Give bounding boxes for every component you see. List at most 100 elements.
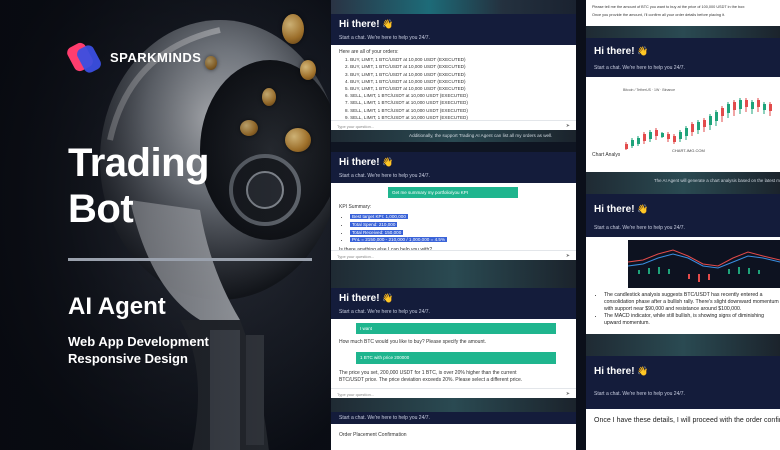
wave-icon: 👋	[637, 366, 649, 376]
user-message: I want	[356, 323, 556, 335]
chat-window-amount: Please tell me the amount of BTC you wan…	[586, 0, 780, 26]
wave-icon: 👋	[637, 46, 649, 56]
bot-message: How much BTC would you like to buy? Plea…	[339, 339, 487, 346]
chat-start-text: Start a chat. We're here to help you 24/…	[339, 415, 430, 421]
chat-greeting: Hi there! 👋	[594, 46, 649, 57]
confirmation-title: Order Placement Confirmation	[339, 432, 407, 438]
brand-name: SPARKMINDS	[110, 49, 202, 65]
analysis-item: The candlestick analysis suggests BTC/US…	[604, 292, 780, 313]
kpi-item: Total Received: 150,000	[350, 229, 568, 237]
chat-header: Hi there! 👋 Start a chat. We're here to …	[586, 38, 780, 77]
chat-start-text: Start a chat. We're here to help you 24/…	[339, 309, 430, 315]
wave-icon: 👋	[382, 293, 394, 303]
brand-logo: SPARKMINDS	[65, 40, 202, 75]
bot-message: The price you set, 200,000 USDT for 1 BT…	[339, 369, 523, 383]
chat-header: Start a chat. We're here to help you 24/…	[331, 412, 576, 424]
chat-input[interactable]: Type your question... ➤	[331, 250, 576, 260]
price-chart[interactable]: Bitcoin / TetherUS · 1W · Binance CHART-…	[620, 86, 780, 160]
chat-header: Hi there! 👋 Start a chat. We're here to …	[331, 14, 576, 45]
screen-separator	[586, 26, 780, 38]
hero-divider	[68, 258, 312, 261]
order-item: 4. BUY, LIMIT, 1 BTC/USDT at 10,000 USDT…	[345, 78, 466, 84]
order-item: 8. SELL, LIMIT, 1 BTC/USDT at 10,000 USD…	[345, 107, 468, 113]
user-message: Get me summary my portfolio/you KPI	[388, 187, 518, 199]
chat-greeting: Hi there! 👋	[594, 366, 649, 377]
kpi-title: KPI Summary:	[339, 204, 372, 211]
analysis-item: The MACD indicator, while still bullish,…	[604, 313, 780, 327]
kpi-item: Best target KPI: 1,000,000	[350, 213, 568, 221]
screen-separator	[586, 334, 780, 356]
chat-input[interactable]: Type your question... ➤	[331, 388, 576, 398]
chat-window-orders: Hi there! 👋 Start a chat. We're here to …	[331, 14, 576, 130]
send-icon[interactable]: ➤	[566, 253, 570, 259]
chat-greeting: Hi there! 👋	[339, 19, 394, 30]
macd-chart[interactable]	[627, 240, 780, 288]
order-item: 2. BUY, LIMIT, 1 BTC/USDT at 10,000 USDT…	[345, 64, 466, 70]
bot-message: Once I have these details, I will procee…	[594, 417, 780, 424]
chat-body: Get me summary my portfolio/you KPI KPI …	[331, 183, 576, 258]
screen-separator: Additionally, the support Trading AI Age…	[331, 130, 576, 142]
chat-header: Hi there! 👋 Start a chat. We're here to …	[331, 288, 576, 319]
order-item: 3. BUY, LIMIT, 1 BTC/USDT at 10,000 USDT…	[345, 71, 466, 77]
chat-start-text: Start a chat. We're here to help you 24/…	[339, 35, 430, 41]
macd-indicator	[627, 249, 780, 282]
hero-title-line1: Trading	[68, 141, 209, 185]
hero-title-line2: Bot	[68, 187, 134, 231]
tagline-line2: Responsive Design	[68, 351, 188, 366]
wave-icon: 👋	[382, 157, 394, 167]
analysis-list: The candlestick analysis suggests BTC/US…	[596, 292, 780, 327]
send-icon[interactable]: ➤	[566, 391, 570, 397]
chat-start-text: Start a chat. We're here to help you 24/…	[594, 391, 685, 397]
chat-start-text: Start a chat. We're here to help you 24/…	[594, 65, 685, 71]
chat-window-buy: Hi there! 👋 Start a chat. We're here to …	[331, 288, 576, 398]
screen-separator	[331, 398, 576, 412]
chat-input-placeholder: Type your question...	[337, 392, 375, 397]
wave-icon: 👋	[382, 19, 394, 29]
chat-input[interactable]: Type your question... ➤	[331, 120, 576, 130]
chat-start-text: Start a chat. We're here to help you 24/…	[339, 173, 430, 179]
orders-caption: Additionally, the support Trading AI Age…	[409, 133, 553, 138]
hero-tagline: Web App Development Responsive Design	[68, 333, 209, 367]
chat-window-chart: Hi there! 👋 Start a chat. We're here to …	[586, 38, 780, 172]
kpi-item: Total Spend: 210,000	[350, 221, 568, 229]
chat-greeting: Hi there! 👋	[339, 157, 394, 168]
hero-section: SPARKMINDS Trading Bot AI Agent Web App …	[0, 0, 330, 450]
send-icon[interactable]: ➤	[566, 123, 570, 129]
wave-icon: 👋	[637, 204, 649, 214]
hero-subtitle: AI Agent	[68, 293, 166, 320]
chat-header: Hi there! 👋 Start a chat. We're here to …	[586, 356, 780, 409]
chat-window-final: Hi there! 👋 Start a chat. We're here to …	[586, 356, 780, 450]
kpi-list: Best target KPI: 1,000,000 Total Spend: …	[339, 213, 568, 243]
screen-separator	[331, 260, 576, 288]
chat-greeting: Hi there! 👋	[594, 204, 649, 215]
chat-window-kpi: Hi there! 👋 Start a chat. We're here to …	[331, 152, 576, 260]
sparkminds-logo-icon	[65, 40, 104, 75]
chat-body: Order Placement Confirmation	[331, 424, 576, 443]
kpi-item: PnL = 2150,000 - 210,000 / 1,000,000 = 4…	[350, 236, 568, 244]
hero-title: Trading Bot	[68, 140, 209, 232]
chat-start-text: Start a chat. We're here to help you 24/…	[594, 225, 685, 231]
chat-input-placeholder: Type your question...	[337, 124, 375, 129]
chart-caption: The AI Agent will generate a chart analy…	[654, 178, 780, 183]
chat-header: Hi there! 👋 Start a chat. We're here to …	[586, 194, 780, 237]
chat-header: Hi there! 👋 Start a chat. We're here to …	[331, 152, 576, 183]
orders-list: 1. BUY, LIMIT, 1 BTC/USDT at 10,000 USDT…	[339, 56, 568, 128]
order-item: 6. SELL, LIMIT, 1 BTC/USDT at 10,000 USD…	[345, 93, 468, 99]
candles	[625, 98, 772, 150]
chat-greeting: Hi there! 👋	[339, 293, 394, 304]
chat-window-confirmation: Start a chat. We're here to help you 24/…	[331, 412, 576, 450]
tagline-line1: Web App Development	[68, 334, 209, 349]
chart-watermark: CHART-IMG.COM	[672, 148, 705, 153]
screen-separator: The AI Agent will generate a chart analy…	[586, 172, 780, 194]
screen-top-band	[331, 0, 576, 14]
order-item: 7. SELL, LIMIT, 1 BTC/USDT at 10,000 USD…	[345, 100, 468, 106]
chat-screens-column-right: Please tell me the amount of BTC you wan…	[586, 0, 780, 450]
bot-message: Please tell me the amount of BTC you wan…	[592, 5, 746, 9]
user-message: 1 BTC with price 200000	[356, 352, 556, 364]
chat-input-placeholder: Type your question...	[337, 254, 375, 259]
order-item: 5. BUY, LIMIT, 1 BTC/USDT at 10,000 USDT…	[345, 86, 466, 92]
chat-window-analysis: Hi there! 👋 Start a chat. We're here to …	[586, 194, 780, 334]
chat-screens-column-middle: Hi there! 👋 Start a chat. We're here to …	[331, 0, 576, 450]
chat-body: I want How much BTC would you like to bu…	[331, 319, 576, 388]
bot-message: Once you provide the amount, I'll confir…	[592, 13, 726, 17]
